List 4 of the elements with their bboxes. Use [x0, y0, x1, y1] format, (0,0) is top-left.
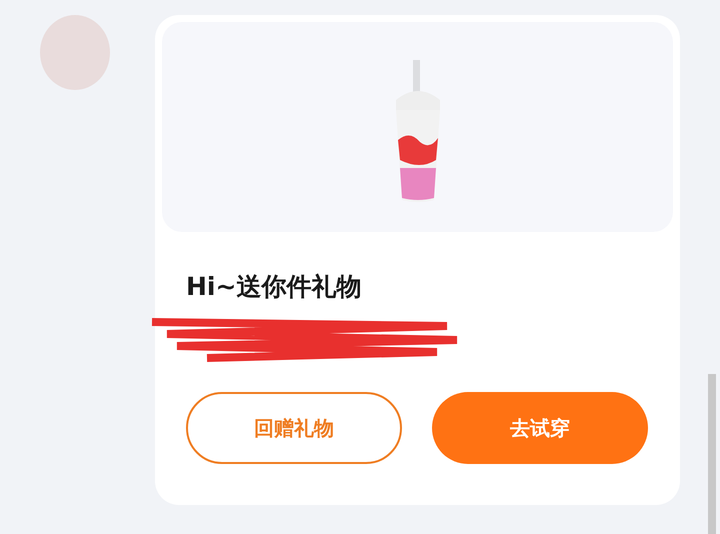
- message-title: Hi~送你件礼物: [186, 271, 362, 303]
- scrollbar[interactable]: [708, 374, 716, 534]
- gift-back-button[interactable]: 回赠礼物: [186, 392, 402, 464]
- try-on-button[interactable]: 去试穿: [432, 392, 648, 464]
